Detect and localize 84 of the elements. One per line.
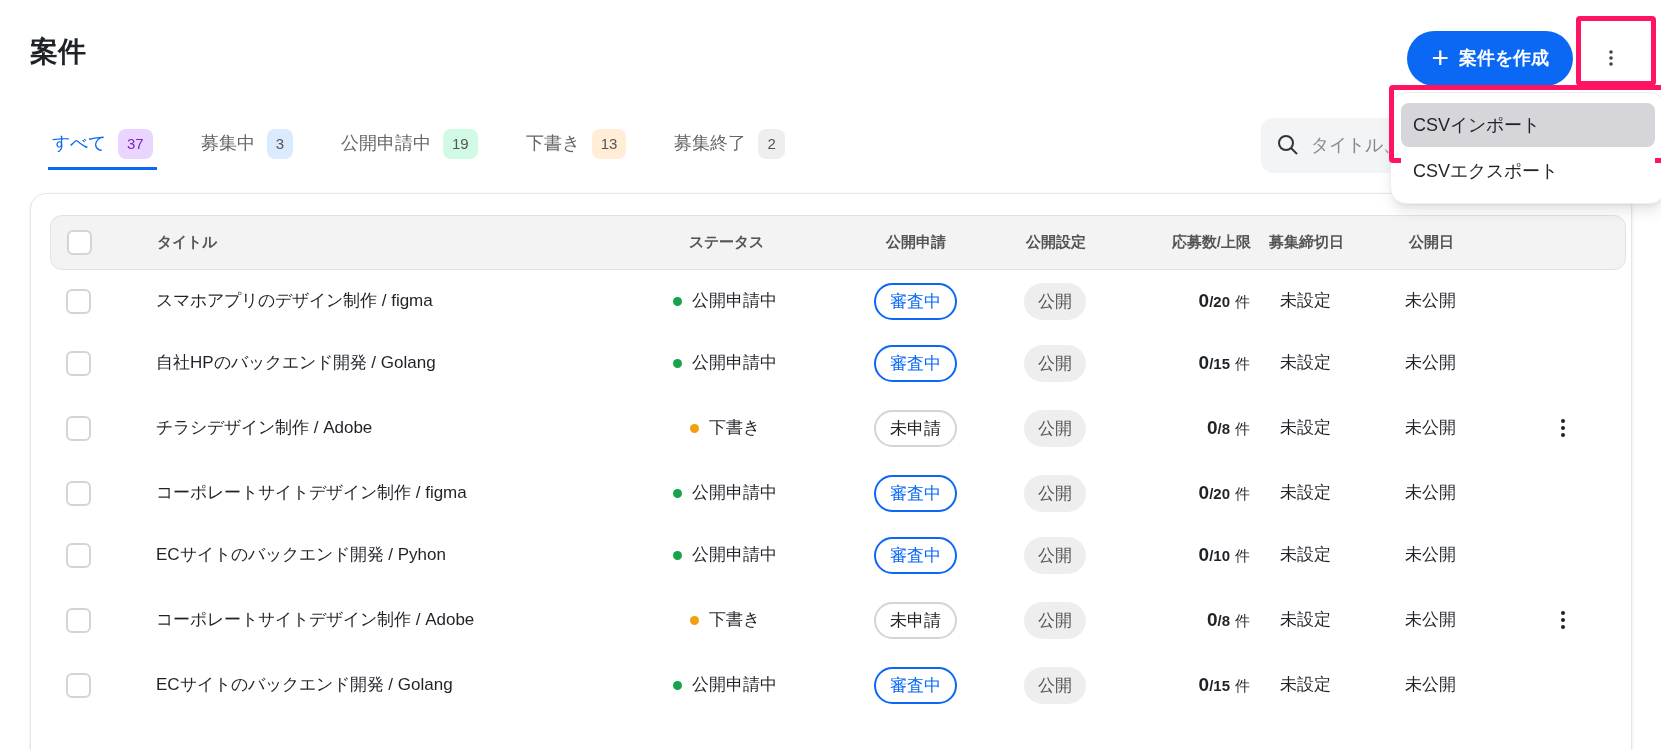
checkbox[interactable] (67, 230, 92, 255)
count-text: 0/15 件 (1198, 350, 1250, 375)
count-badge: 13 (591, 128, 627, 159)
table-cell: 未設定 (1279, 291, 1331, 311)
application-badge: 審査中 (873, 344, 957, 382)
visibility-badge: 公開 (1024, 282, 1086, 320)
visibility-badge: 公開 (1024, 474, 1086, 512)
table-cell: 未公開 (1404, 675, 1456, 695)
application-badge: 審査中 (873, 536, 957, 574)
checkbox[interactable] (66, 542, 91, 568)
count-badge: 37 (118, 128, 153, 159)
status-text: 公開申請中 (692, 674, 777, 697)
application-badge: 審査中 (873, 474, 957, 512)
column-header: 公開申請 (886, 233, 946, 251)
more-vertical-icon (1561, 419, 1565, 437)
application-badge: 未申請 (873, 409, 957, 447)
column-header: 応募数/上限 (1171, 233, 1251, 251)
status-text: 公開申請中 (692, 290, 777, 313)
checkbox[interactable] (66, 672, 91, 698)
search-icon (1277, 133, 1299, 156)
visibility-badge: 公開 (1024, 601, 1086, 639)
table-cell: 未設定 (1279, 483, 1331, 503)
count-text: 0/20 件 (1198, 288, 1250, 313)
status-text: 公開申請中 (692, 544, 777, 567)
checkbox[interactable] (66, 288, 91, 314)
table-cell: ECサイトのバックエンド開発 / Golang (156, 675, 453, 695)
menu-item[interactable]: CSVインポート (1401, 103, 1655, 147)
visibility-badge: 公開 (1024, 536, 1086, 574)
application-badge: 未申請 (873, 601, 957, 639)
create-button[interactable]: + 案件を作成 (1407, 30, 1573, 86)
table-cell: 未公開 (1404, 353, 1456, 373)
table-cell: 未設定 (1279, 675, 1331, 695)
column-header: 公開設定 (1026, 233, 1086, 251)
count-text: 0/10 件 (1198, 542, 1250, 567)
visibility-badge: 公開 (1024, 344, 1086, 382)
application-badge: 審査中 (873, 666, 957, 704)
page-title: 案件 (30, 35, 86, 69)
column-header: 公開日 (1408, 233, 1454, 251)
checkbox[interactable] (66, 480, 91, 506)
table-cell: 未公開 (1404, 610, 1456, 630)
column-header: 募集締切日 (1268, 233, 1344, 251)
tab[interactable]: 募集中 3 (196, 120, 298, 170)
more-vertical-icon (1561, 611, 1565, 629)
row-menu-button[interactable] (1558, 418, 1568, 438)
status-text: 公開申請中 (692, 482, 777, 505)
more-vertical-icon (1609, 50, 1613, 66)
table-cell: スマホアプリのデザイン制作 / figma (156, 291, 433, 311)
table-cell: 未設定 (1279, 610, 1331, 630)
visibility-badge: 公開 (1024, 666, 1086, 704)
count-text: 0/8 件 (1206, 607, 1250, 632)
application-badge: 審査中 (873, 282, 957, 320)
count-text: 0/15 件 (1198, 672, 1250, 697)
count-badge: 2 (758, 128, 785, 159)
tab[interactable]: 募集終了 2 (670, 120, 789, 170)
table-cell: 未公開 (1404, 483, 1456, 503)
count-badge: 19 (443, 128, 478, 159)
table-cell: 未公開 (1404, 545, 1456, 565)
status-text: 公開申請中 (692, 352, 777, 375)
table-cell: 未設定 (1279, 353, 1331, 373)
table-cell: コーポレートサイトデザイン制作 / Adobe (156, 610, 475, 630)
row-menu-button[interactable] (1558, 610, 1568, 630)
count-text: 0/8 件 (1206, 415, 1250, 440)
table-cell: 自社HPのバックエンド開発 / Golang (156, 353, 436, 373)
count-badge: 3 (266, 128, 294, 159)
table-cell: 未設定 (1279, 545, 1331, 565)
column-header: ステータス (688, 233, 764, 251)
status-text: 下書き (709, 417, 760, 440)
table-cell: 未公開 (1404, 291, 1456, 311)
tab[interactable]: 下書き 13 (521, 120, 631, 170)
table-cell: 未設定 (1279, 418, 1331, 438)
table-cell: チラシデザイン制作 / Adobe (156, 418, 373, 438)
status-text: 下書き (709, 609, 760, 632)
table-cell: 未公開 (1404, 418, 1456, 438)
visibility-badge: 公開 (1024, 409, 1086, 447)
checkbox[interactable] (66, 350, 91, 376)
checkbox[interactable] (66, 607, 91, 633)
tab[interactable]: すべて 37 (48, 120, 157, 170)
table-cell: ECサイトのバックエンド開発 / Pyhon (156, 545, 446, 565)
count-text: 0/20 件 (1198, 480, 1250, 505)
table-cell: コーポレートサイトデザイン制作 / figma (156, 483, 467, 503)
checkbox[interactable] (66, 415, 91, 441)
tab[interactable]: 公開申請中 19 (337, 120, 482, 170)
plus-icon: + (1431, 43, 1449, 73)
column-header: タイトル (157, 233, 217, 251)
